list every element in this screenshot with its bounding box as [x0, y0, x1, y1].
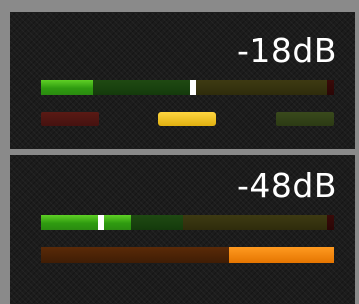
input-level-panel: -18dB	[10, 12, 355, 149]
indicator-red	[41, 112, 99, 126]
output-level-panel: -48dB	[10, 155, 355, 304]
input-level-readout: -18dB	[237, 31, 337, 70]
meter-segment-dark-green	[131, 215, 183, 230]
meter-segment-green	[41, 80, 93, 95]
output-level-meter	[41, 215, 334, 230]
meter-segment-red-zone	[327, 80, 334, 95]
meter-segment-red-zone	[327, 215, 334, 230]
meter-segment-yellow-zone	[193, 80, 327, 95]
output-level-readout: -48dB	[237, 166, 337, 205]
input-peak-marker	[190, 80, 196, 95]
gain-reduction-meter	[41, 247, 334, 263]
meter-segment-dark-green	[93, 80, 193, 95]
indicator-yellow	[158, 112, 216, 126]
indicator-green	[276, 112, 334, 126]
meter-frame: -18dB -48dB	[0, 0, 359, 304]
input-level-meter	[41, 80, 334, 95]
gain-reduction-fill	[229, 247, 334, 263]
output-peak-marker	[98, 215, 104, 230]
meter-segment-green	[41, 215, 131, 230]
meter-segment-yellow-zone	[183, 215, 327, 230]
